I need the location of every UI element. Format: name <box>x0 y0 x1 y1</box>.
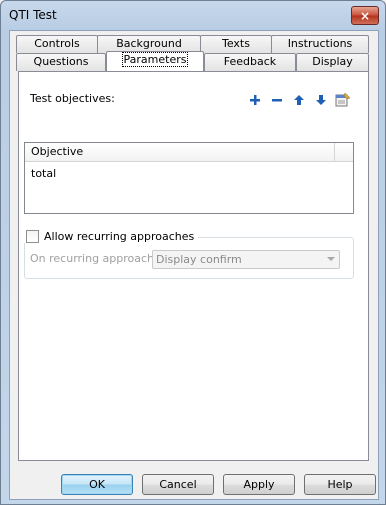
parameters-panel: Test objectives: Objective total Allow r… <box>18 71 369 461</box>
properties-icon[interactable] <box>334 91 352 109</box>
recurring-approach-select[interactable]: Display confirm <box>152 250 340 269</box>
cancel-button[interactable]: Cancel <box>142 474 214 495</box>
add-icon[interactable] <box>248 93 262 107</box>
tab-feedback[interactable]: Feedback <box>204 53 296 71</box>
allow-recurring-label: Allow recurring approaches <box>44 229 195 243</box>
tab-questions[interactable]: Questions <box>16 53 106 71</box>
objectives-grid[interactable]: Objective total <box>24 142 354 214</box>
tab-texts[interactable]: Texts <box>200 35 272 53</box>
tab-instructions[interactable]: Instructions <box>271 35 369 53</box>
objective-cell[interactable]: total <box>31 167 56 180</box>
apply-button[interactable]: Apply <box>223 474 295 495</box>
close-icon: × <box>359 8 371 23</box>
remove-icon[interactable] <box>270 93 284 107</box>
tab-display[interactable]: Display <box>296 53 369 71</box>
grid-header-filler <box>335 143 353 162</box>
test-objectives-label: Test objectives: <box>30 92 115 105</box>
on-recurring-label: On recurring approach: <box>30 252 158 265</box>
title-bar[interactable]: QTI Test × <box>1 1 385 29</box>
help-button[interactable]: Help <box>304 474 376 495</box>
checkbox-box[interactable] <box>26 229 39 243</box>
move-up-icon[interactable] <box>292 93 306 107</box>
dialog-client-area: Controls Background Texts Instructions Q… <box>9 30 379 500</box>
window-title: QTI Test <box>9 8 57 22</box>
move-down-icon[interactable] <box>314 93 328 107</box>
close-button[interactable]: × <box>351 6 379 25</box>
objective-column-header[interactable]: Objective <box>25 143 335 162</box>
tab-parameters[interactable]: Parameters <box>106 51 204 71</box>
dialog-window: QTI Test × Controls Background Texts Ins… <box>0 0 386 505</box>
ok-button[interactable]: OK <box>61 474 133 495</box>
allow-recurring-checkbox[interactable]: Allow recurring approaches <box>24 229 199 243</box>
table-row[interactable]: total <box>31 167 56 180</box>
recurring-approach-value: Display confirm <box>156 253 242 266</box>
tab-controls[interactable]: Controls <box>16 35 98 53</box>
chevron-down-icon <box>327 257 335 261</box>
